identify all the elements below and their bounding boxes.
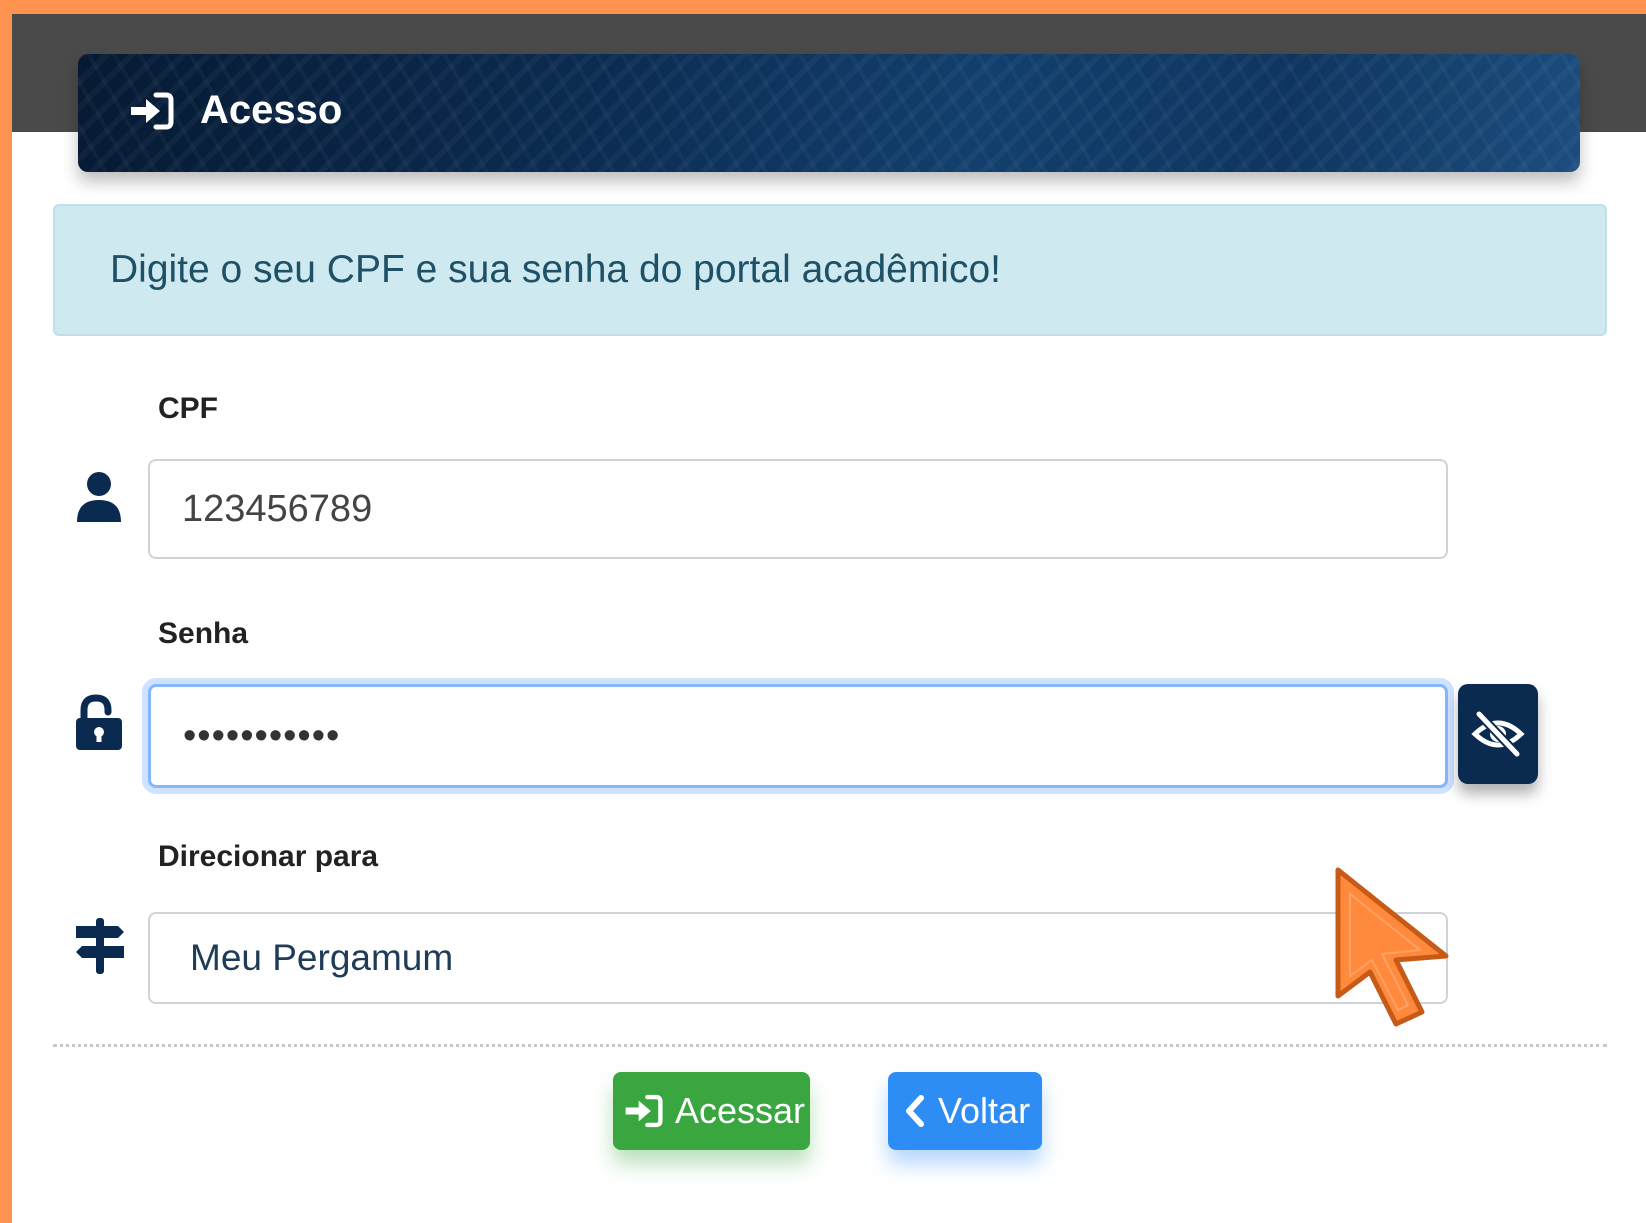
eye-slash-icon <box>1471 710 1525 758</box>
mouse-cursor-icon <box>1335 867 1449 1027</box>
page-title: Acesso <box>200 88 343 132</box>
redirect-select[interactable]: Meu Pergamum <box>148 912 1448 1004</box>
sign-in-icon <box>625 1094 663 1128</box>
signpost-icon <box>76 918 124 974</box>
senha-label: Senha <box>158 617 249 650</box>
access-button[interactable]: Acessar <box>613 1072 810 1150</box>
sign-in-icon <box>131 92 174 130</box>
back-button[interactable]: Voltar <box>888 1072 1042 1150</box>
info-alert: Digite o seu CPF e sua senha do portal a… <box>53 204 1607 336</box>
cpf-input[interactable]: 123456789 <box>148 459 1448 559</box>
divider <box>53 1044 1607 1047</box>
access-button-label: Acessar <box>675 1090 806 1131</box>
header-bar: Acesso <box>78 54 1580 172</box>
back-button-label: Voltar <box>938 1090 1031 1131</box>
user-icon <box>77 472 121 522</box>
cpf-label: CPF <box>158 392 218 425</box>
unlock-icon <box>76 694 122 750</box>
password-input[interactable]: ••••••••••• <box>148 684 1448 788</box>
toggle-password-button[interactable] <box>1458 684 1538 784</box>
alert-message: Digite o seu CPF e sua senha do portal a… <box>110 248 1002 291</box>
login-panel: Acesso Digite o seu CPF e sua senha do p… <box>12 14 1646 1223</box>
redirect-label: Direcionar para <box>158 840 379 873</box>
chevron-left-icon <box>906 1095 924 1127</box>
